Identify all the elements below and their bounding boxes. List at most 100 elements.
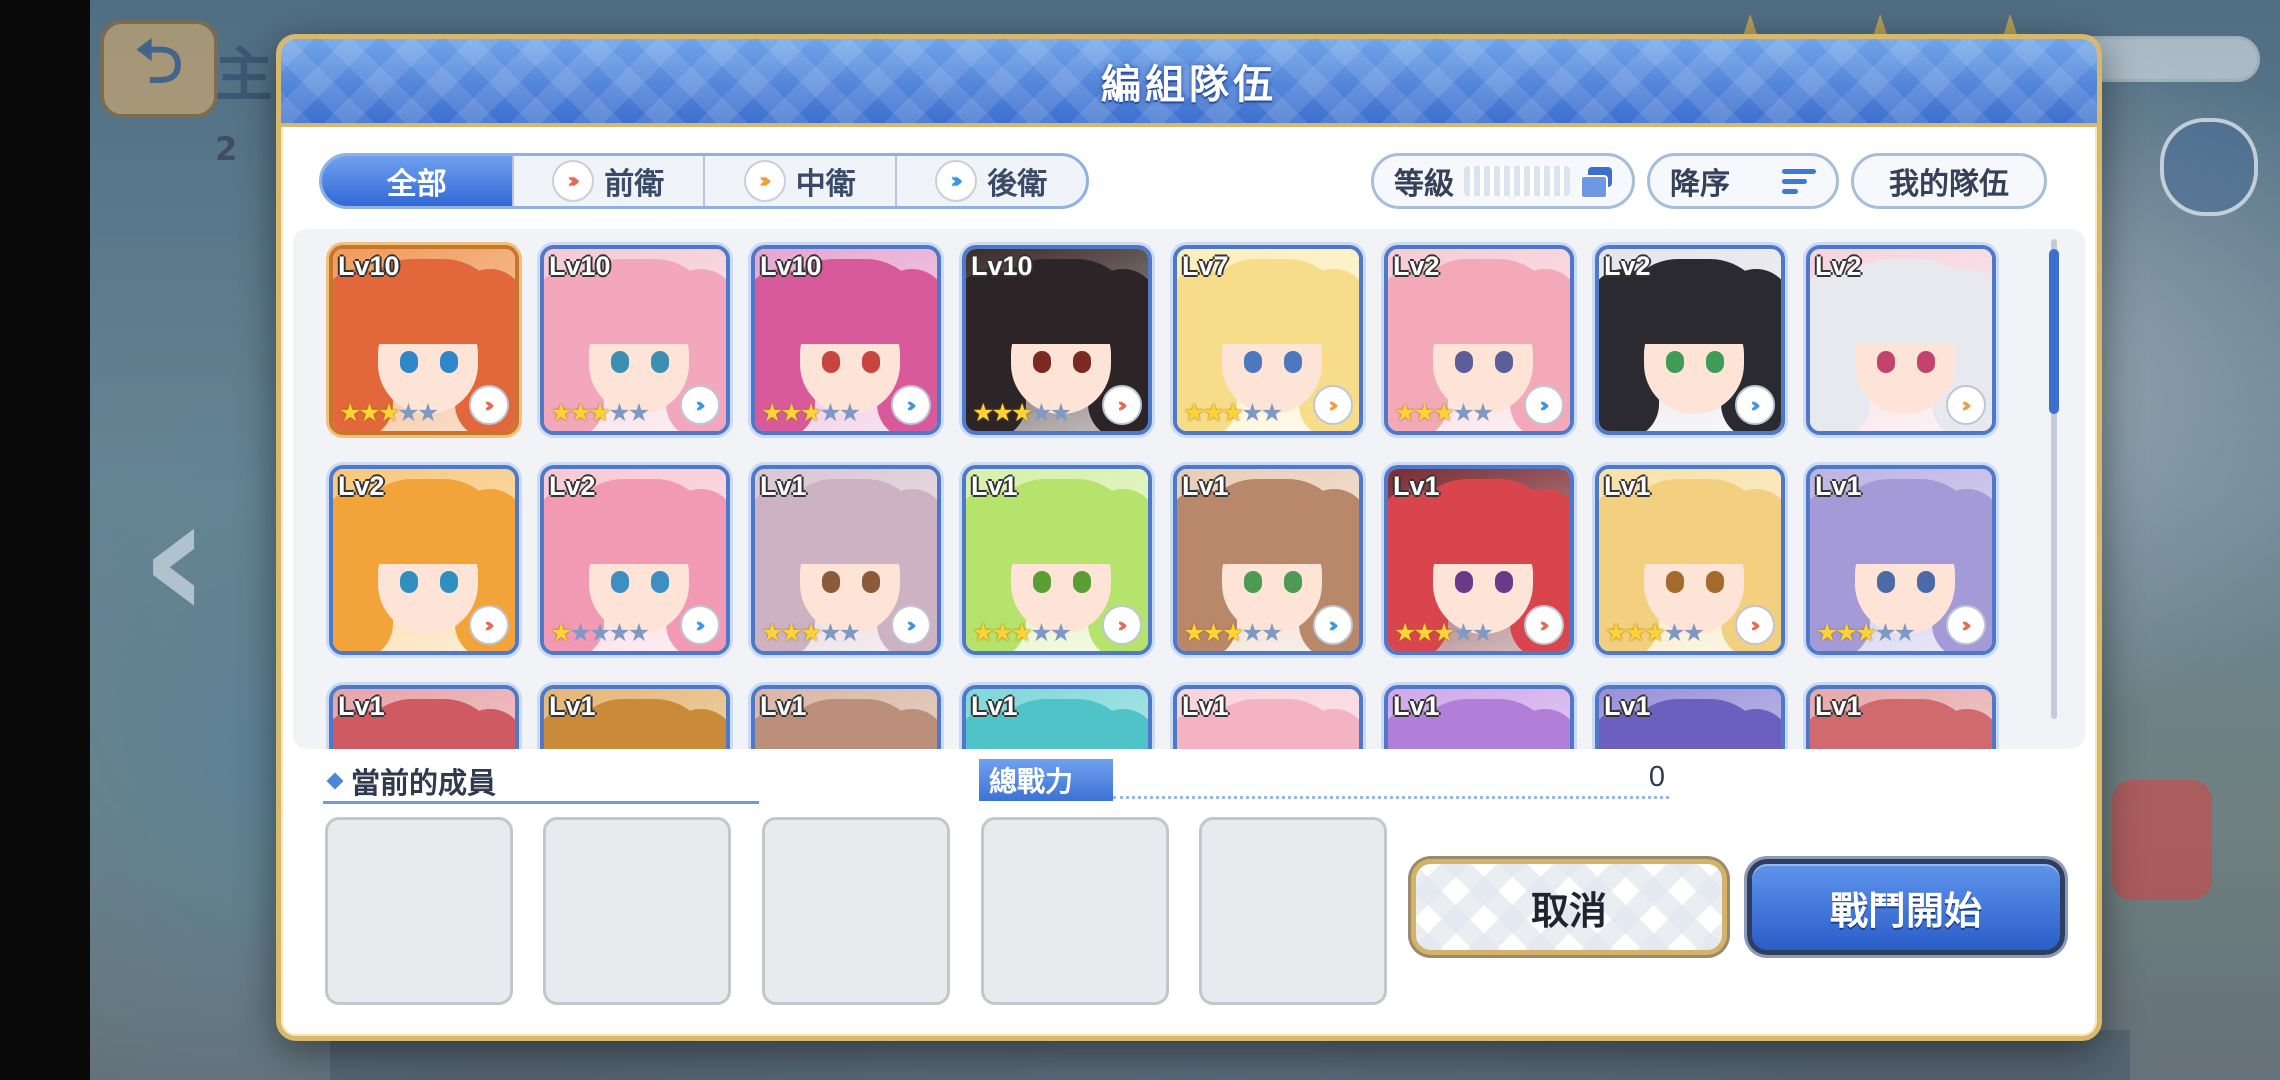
cancel-button[interactable]: 取消	[1411, 859, 1727, 955]
character-level: Lv10	[760, 251, 822, 281]
star-icon: ★	[627, 398, 650, 427]
star-icon: ★	[608, 398, 630, 427]
sort-order-button[interactable]: 降序	[1647, 153, 1839, 209]
star-icon: ★	[569, 398, 591, 427]
back-position-icon: ›››	[680, 605, 720, 645]
character-level: Lv1	[1815, 471, 1862, 501]
star-icon: ★	[358, 398, 380, 427]
tab-front[interactable]: ››› 前衛	[511, 156, 704, 206]
character-card[interactable]: Lv10 ★★★★★ ›››	[540, 245, 730, 435]
character-card[interactable]: Lv1›››	[751, 685, 941, 749]
character-card[interactable]: Lv2 ›››	[1595, 245, 1785, 435]
star-icon: ★	[416, 398, 439, 427]
character-level: Lv2	[1393, 251, 1440, 281]
star-icon: ★	[1049, 618, 1072, 647]
order-label: 降序	[1670, 167, 1730, 202]
star-icon: ★	[1030, 618, 1052, 647]
character-card[interactable]: Lv1 ★★★★★ ›››	[1173, 465, 1363, 655]
character-card[interactable]: Lv1 ★★★★★ ›››	[1595, 465, 1785, 655]
character-card[interactable]: Lv2 ★★★★★ ›››	[1384, 245, 1574, 435]
character-level: Lv1	[1815, 691, 1862, 721]
star-icon: ★	[1413, 398, 1435, 427]
character-level: Lv2	[1604, 251, 1651, 281]
member-slot[interactable]	[1199, 817, 1387, 1005]
character-card[interactable]: Lv1›››	[1173, 685, 1363, 749]
star-icon: ★	[780, 618, 802, 647]
left-chevron-icon[interactable]: ‹	[140, 460, 210, 658]
map-button[interactable]	[2160, 118, 2258, 216]
star-icon: ★	[1816, 618, 1838, 647]
tab-middle[interactable]: ››› 中衛	[703, 156, 895, 206]
star-icon: ★	[1452, 398, 1474, 427]
gift-icon[interactable]	[2112, 780, 2212, 900]
star-icon: ★	[1854, 618, 1877, 647]
character-card[interactable]: Lv1›››	[329, 685, 519, 749]
star-icon: ★	[339, 398, 361, 427]
sort-by-level-button[interactable]: 等級	[1371, 153, 1635, 209]
member-slot[interactable]	[762, 817, 950, 1005]
character-card[interactable]: Lv1 ★★★★★ ›››	[751, 465, 941, 655]
front-position-icon: ›››	[1102, 605, 1142, 645]
star-icon: ★	[1010, 618, 1033, 647]
scrollbar-thumb[interactable]	[2049, 249, 2059, 414]
star-icon: ★	[1183, 398, 1205, 427]
character-card[interactable]: Lv1 ★★★★★ ›››	[962, 465, 1152, 655]
character-level: Lv1	[1604, 471, 1651, 501]
character-card[interactable]: Lv10 ★★★★★ ›››	[962, 245, 1152, 435]
character-card[interactable]: Lv7 ★★★★★ ›››	[1173, 245, 1363, 435]
character-card[interactable]: Lv1›››	[540, 685, 730, 749]
tab-back[interactable]: ››› 後衛	[894, 156, 1087, 206]
tab-label: 全部	[386, 167, 447, 202]
character-level: Lv1	[971, 691, 1018, 721]
character-level: Lv1	[338, 691, 385, 721]
star-icon: ★	[569, 618, 591, 647]
member-slot[interactable]	[325, 817, 513, 1005]
character-card[interactable]: Lv2 ★★★★★ ›››	[540, 465, 730, 655]
back-arrow-icon[interactable]: ⮌	[100, 20, 218, 118]
star-icon: ★	[1221, 398, 1244, 427]
dialog-title: 編組隊伍	[1101, 62, 1277, 108]
back-position-icon: ›››	[891, 605, 931, 645]
star-rating: ★★★★★	[761, 618, 861, 647]
position-filter-tabs: 全部 ››› 前衛 ››› 中衛 ››› 後衛	[319, 153, 1089, 209]
character-level: Lv1	[760, 691, 807, 721]
star-rating: ★★★★★	[972, 398, 1072, 427]
tab-label: 前衛	[604, 167, 665, 202]
front-position-icon: ›››	[469, 385, 509, 425]
character-card[interactable]: Lv2 ›››	[1806, 245, 1996, 435]
tab-all[interactable]: 全部	[322, 156, 512, 206]
star-icon: ★	[1010, 398, 1033, 427]
character-card[interactable]: Lv1›››	[1595, 685, 1785, 749]
start-battle-button[interactable]: 戰鬥開始	[1747, 859, 2065, 955]
character-card[interactable]: Lv1›››	[1384, 685, 1574, 749]
total-power-value: 0	[1648, 761, 1665, 793]
star-rating: ★★★★★	[550, 398, 650, 427]
background-page-title: 主	[215, 41, 274, 109]
mid-position-icon: ›››	[1946, 385, 1986, 425]
my-team-button[interactable]: 我的隊伍	[1851, 153, 2047, 209]
star-icon: ★	[1260, 618, 1283, 647]
character-level: Lv2	[549, 471, 596, 501]
character-card[interactable]: Lv2 ›››	[329, 465, 519, 655]
star-icon: ★	[1605, 618, 1627, 647]
front-chevron-icon: ›››	[552, 160, 595, 202]
member-slot[interactable]	[543, 817, 731, 1005]
character-card[interactable]: Lv10 ★★★★★ ›››	[751, 245, 941, 435]
character-card[interactable]: Lv10 ★★★★★ ›››	[329, 245, 519, 435]
back-position-icon: ›››	[1735, 385, 1775, 425]
star-rating: ★★★★★	[761, 398, 861, 427]
character-card[interactable]: Lv1›››	[1806, 685, 1996, 749]
star-icon: ★	[1049, 398, 1072, 427]
star-icon: ★	[1432, 398, 1455, 427]
star-icon: ★	[1471, 618, 1494, 647]
character-card[interactable]: Lv1 ★★★★★ ›››	[1384, 465, 1574, 655]
member-slot[interactable]	[981, 817, 1169, 1005]
star-icon: ★	[819, 618, 841, 647]
star-icon: ★	[1183, 618, 1205, 647]
character-level: Lv1	[1182, 471, 1229, 501]
star-icon: ★	[1663, 618, 1685, 647]
star-rating: ★★★★★	[1605, 618, 1705, 647]
star-icon: ★	[1452, 618, 1474, 647]
character-card[interactable]: Lv1›››	[962, 685, 1152, 749]
character-card[interactable]: Lv1 ★★★★★ ›››	[1806, 465, 1996, 655]
